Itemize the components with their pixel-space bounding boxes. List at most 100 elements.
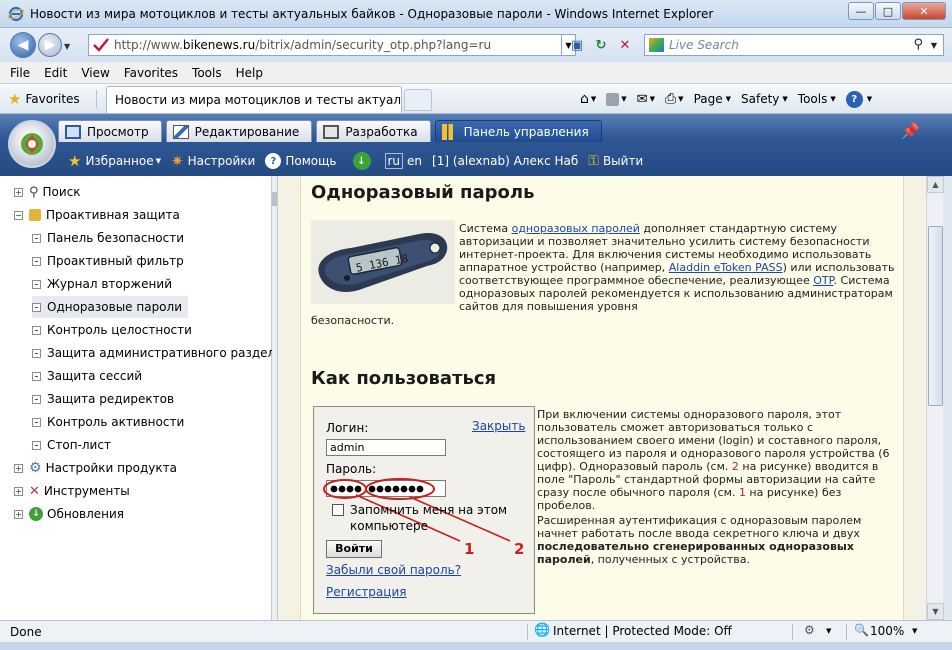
heading-otp: Одноразовый пароль bbox=[311, 182, 535, 203]
gear-icon: ⚙ bbox=[29, 460, 42, 476]
address-bar[interactable]: http://www. bikenews.ru/bitrix/admin/secu… bbox=[88, 34, 562, 56]
forgot-password-link[interactable]: Забыли свой пароль? bbox=[326, 563, 461, 577]
popup-dropdown-icon[interactable]: ▼ bbox=[826, 627, 831, 635]
collapse-icon[interactable]: − bbox=[14, 210, 23, 220]
favorites-menu[interactable]: ★ Избранное ▼ bbox=[68, 152, 161, 170]
update-button[interactable]: ↓ bbox=[352, 152, 375, 170]
print-icon[interactable]: ⎙ ▼ bbox=[665, 91, 684, 107]
search-icon[interactable]: ⚲ bbox=[913, 37, 923, 52]
refresh-icon[interactable]: ↻ bbox=[592, 36, 610, 54]
menu-help[interactable]: Help bbox=[236, 66, 263, 80]
close-window-button[interactable]: ✕ bbox=[902, 2, 946, 20]
otp-description-end: безопасности. bbox=[311, 314, 395, 327]
tab-develop[interactable]: Разработка bbox=[316, 120, 431, 142]
tree-item-proactive[interactable]: − Проактивная защита bbox=[14, 204, 180, 226]
expand-icon[interactable]: + bbox=[14, 463, 23, 473]
leaf-icon bbox=[32, 279, 41, 289]
tree-item-redirect-protection[interactable]: Защита редиректов bbox=[32, 388, 180, 410]
menu-file[interactable]: File bbox=[10, 66, 30, 80]
globe-icon: 🌐 bbox=[534, 623, 551, 638]
tree-label: Инструменты bbox=[43, 484, 130, 498]
tree-item-stop-list[interactable]: Стоп-лист bbox=[32, 434, 117, 456]
register-link[interactable]: Регистрация bbox=[326, 585, 406, 599]
back-button[interactable]: ◀ bbox=[10, 32, 36, 58]
help-link[interactable]: ? Помощь bbox=[265, 153, 337, 169]
popup-blocker-icon[interactable]: ⚙ bbox=[804, 623, 815, 637]
stop-icon[interactable]: ✕ bbox=[616, 36, 634, 54]
expand-icon[interactable]: + bbox=[14, 486, 23, 496]
minimize-button[interactable]: — bbox=[848, 2, 874, 20]
page-menu[interactable]: Page ▼ bbox=[694, 92, 731, 106]
tree-item-admin-protection[interactable]: Защита административного раздела bbox=[32, 342, 289, 364]
lock-icon bbox=[29, 209, 41, 221]
page-menu-label: Page bbox=[693, 92, 723, 106]
history-dropdown-icon[interactable]: ▼ bbox=[64, 42, 70, 51]
etoken-link[interactable]: Aladdin eToken PASS bbox=[669, 261, 783, 274]
scroll-down-arrow[interactable]: ▼ bbox=[927, 603, 944, 620]
scroll-thumb[interactable] bbox=[928, 226, 943, 406]
bitrix-logo-icon[interactable] bbox=[8, 120, 56, 168]
browser-tab-active[interactable]: Новости из мира мотоциклов и тесты актуа… bbox=[106, 86, 402, 113]
user-profile-link[interactable]: [1] (alexnab) Алекс Наб bbox=[432, 154, 578, 168]
settings-label: Настройки bbox=[187, 154, 256, 168]
tree-label: Контроль целостности bbox=[47, 323, 192, 337]
menu-edit[interactable]: Edit bbox=[44, 66, 67, 80]
leaf-icon bbox=[32, 440, 41, 450]
tree-item-updates[interactable]: + ↓ Обновления bbox=[14, 503, 124, 525]
scroll-up-arrow[interactable]: ▲ bbox=[927, 176, 944, 193]
lang-ru[interactable]: ru bbox=[384, 153, 404, 169]
zoom-level[interactable]: 100% bbox=[870, 624, 904, 638]
safety-menu[interactable]: Safety ▼ bbox=[741, 92, 788, 106]
tools-menu[interactable]: Tools ▼ bbox=[798, 92, 836, 106]
vertical-scrollbar[interactable]: ▲ ▼ bbox=[926, 176, 944, 620]
expand-icon[interactable]: + bbox=[14, 187, 23, 197]
search-options-icon[interactable]: ▼ bbox=[931, 41, 937, 50]
zoom-dropdown-icon[interactable]: ▼ bbox=[912, 627, 917, 635]
divider bbox=[846, 624, 847, 640]
tree-item-otp[interactable]: Одноразовые пароли bbox=[32, 296, 188, 318]
favorites-button[interactable]: ★ Favorites bbox=[8, 88, 80, 110]
home-icon[interactable]: ⌂ ▼ bbox=[580, 91, 596, 107]
forward-button[interactable]: ▶ bbox=[38, 33, 62, 57]
login-form-example: Логин: Закрыть admin Пароль: 1 2 Запомни… bbox=[313, 406, 535, 614]
window-bottom-border bbox=[0, 642, 952, 650]
logout-link[interactable]: ⚿ Выйти bbox=[588, 153, 643, 169]
tree-item-intrusion-log[interactable]: Журнал вторжений bbox=[32, 273, 178, 295]
tab-view[interactable]: Просмотр bbox=[58, 120, 162, 142]
menu-tools[interactable]: Tools bbox=[192, 66, 222, 80]
tree-item-product-settings[interactable]: + ⚙ Настройки продукта bbox=[14, 457, 177, 479]
control-panel-icon bbox=[441, 123, 458, 140]
expand-icon[interactable]: + bbox=[14, 509, 23, 519]
tree-item-integrity[interactable]: Контроль целостности bbox=[32, 319, 198, 341]
divider bbox=[96, 90, 97, 108]
help-icon[interactable]: ? ▼ bbox=[845, 90, 872, 108]
settings-link[interactable]: ✷ Настройки bbox=[171, 152, 255, 170]
lang-en[interactable]: en bbox=[407, 154, 422, 168]
tree-item-tools[interactable]: + ✕ Инструменты bbox=[14, 480, 130, 502]
tree-item-security-panel[interactable]: Панель безопасности bbox=[32, 227, 190, 249]
otp-standard-link[interactable]: OTP bbox=[813, 274, 833, 287]
ref-number-2: 2 bbox=[731, 460, 739, 473]
menu-view[interactable]: View bbox=[81, 66, 109, 80]
security-zone[interactable]: Internet | Protected Mode: Off bbox=[553, 624, 732, 638]
compatibility-icon[interactable]: ▣ bbox=[568, 36, 586, 54]
tree-label: Панель безопасности bbox=[47, 231, 185, 245]
feeds-icon[interactable]: ▼ bbox=[606, 92, 627, 106]
monitor-icon bbox=[65, 124, 81, 139]
tree-label: Проактивная защита bbox=[46, 208, 180, 222]
remember-checkbox[interactable] bbox=[332, 504, 344, 516]
tab-control-panel[interactable]: Панель управления bbox=[434, 120, 602, 142]
tab-edit[interactable]: Редактирование bbox=[165, 120, 313, 142]
tree-item-search[interactable]: + ⚲ Поиск bbox=[14, 181, 81, 203]
otp-link[interactable]: одноразовых паролей bbox=[512, 222, 640, 235]
tree-item-activity-control[interactable]: Контроль активности bbox=[32, 411, 190, 433]
tree-item-proactive-filter[interactable]: Проактивный фильтр bbox=[32, 250, 190, 272]
tree-item-session-protection[interactable]: Защита сессий bbox=[32, 365, 148, 387]
login-submit-button[interactable]: Войти bbox=[326, 540, 382, 558]
maximize-button[interactable]: □ bbox=[875, 2, 901, 20]
search-input[interactable]: Live Search ⚲ ▼ bbox=[644, 34, 944, 56]
menu-favorites[interactable]: Favorites bbox=[124, 66, 178, 80]
new-tab-button[interactable] bbox=[404, 89, 432, 111]
pin-icon[interactable]: 📌 bbox=[901, 122, 920, 140]
mail-icon[interactable]: ✉ ▼ bbox=[637, 92, 655, 107]
